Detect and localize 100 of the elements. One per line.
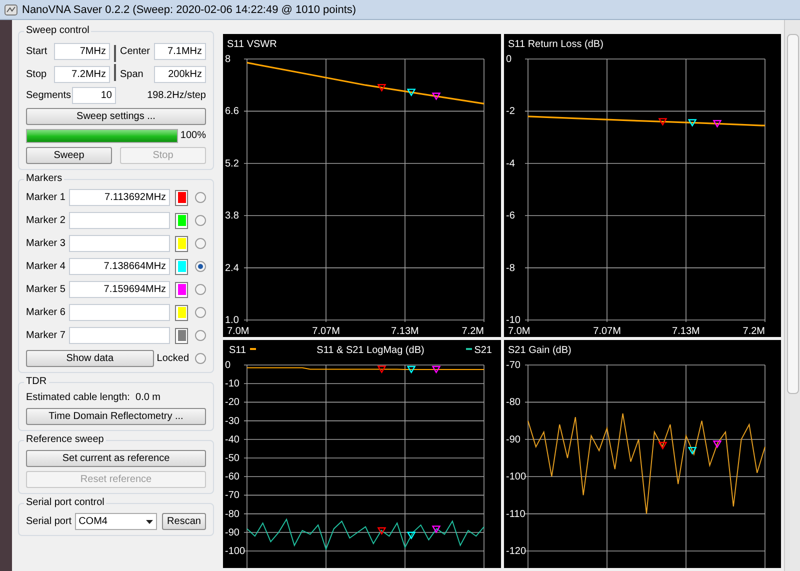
axis-label: -6 [506, 210, 514, 222]
axis-label: 5.2 [225, 158, 239, 170]
radio-button[interactable] [195, 284, 206, 295]
chart-title: S11 VSWR [227, 39, 277, 50]
marker-icon [432, 526, 441, 534]
axis-label: 7.0M [508, 326, 530, 337]
marker-icon [377, 366, 386, 374]
field-label: Segments [26, 90, 72, 102]
frequency-field[interactable] [69, 212, 170, 229]
progress-text: 100% [180, 130, 206, 142]
field-label: Center [120, 46, 152, 58]
legend-label: S21 [474, 345, 492, 356]
axis-label: 1.0 [225, 315, 239, 326]
marker-icon [432, 92, 441, 100]
chart-title: S11 & S21 LogMag (dB) [316, 345, 424, 356]
legend-label: S11 [229, 345, 246, 356]
axis-label: -4 [506, 158, 514, 170]
axis-label: -10 [225, 378, 240, 390]
axis-label: -100 [506, 472, 526, 483]
chart-title: S21 Gain (dB) [508, 345, 571, 356]
radio-button[interactable] [195, 238, 206, 249]
button[interactable]: Show data [26, 350, 154, 367]
marker-icon [406, 532, 416, 540]
app-icon [4, 2, 18, 16]
marker-icon [658, 118, 667, 126]
axis-label: -100 [225, 546, 246, 557]
radio-button[interactable] [195, 215, 206, 226]
axis-label: 7.13M [672, 326, 700, 337]
color-swatch[interactable] [175, 304, 188, 320]
axis-label: -8 [506, 262, 514, 274]
axis-label: -90 [225, 527, 240, 538]
radio-button[interactable] [195, 192, 206, 203]
port-dropdown[interactable]: COM4 [74, 513, 157, 530]
chart-title: S11 Return Loss (dB) [508, 39, 603, 50]
window-title: NanoVNA Saver 0.2.2 (Sweep: 2020-02-06 14:22:49 @ 1010 points) [22, 4, 356, 16]
axis-label: -30 [225, 416, 240, 427]
field-label: Stop [26, 68, 48, 80]
marker-label: Marker 1 [26, 192, 66, 204]
axis-label: -80 [225, 508, 240, 520]
group-title: Reference sweep [24, 434, 106, 446]
color-swatch[interactable] [175, 212, 188, 228]
axis-label: 8 [225, 54, 231, 65]
color-swatch[interactable] [175, 282, 188, 298]
frequency-field[interactable] [69, 327, 170, 344]
color-swatch[interactable] [175, 236, 188, 252]
frequency-field[interactable]: 7.159694MHz [69, 281, 170, 298]
frequency-field[interactable] [69, 235, 170, 252]
axis-label: -10 [506, 315, 520, 326]
group-title: Serial port control [24, 497, 106, 509]
axis-label: -70 [225, 490, 240, 502]
axis-label: 7.07M [312, 326, 340, 337]
marker-label: Marker 4 [26, 260, 66, 272]
input-field[interactable]: 7MHz [54, 43, 110, 60]
color-swatch[interactable] [175, 328, 188, 344]
axis-label: -50 [225, 453, 240, 464]
axis-label: 0 [225, 360, 231, 371]
axis-label: 7.0M [227, 326, 250, 337]
button[interactable]: Rescan [162, 513, 206, 530]
scrollbar[interactable] [784, 20, 800, 571]
color-swatch[interactable] [175, 190, 188, 206]
button[interactable]: Sweep settings ... [26, 108, 206, 125]
axis-label: 7.2M [742, 326, 764, 337]
input-field[interactable]: 7.1MHz [154, 43, 206, 60]
axis-label: -20 [225, 397, 240, 408]
marker-icon [712, 120, 722, 128]
field-label: Span [120, 68, 144, 80]
axis-label: 3.8 [225, 210, 239, 222]
input-field[interactable]: 10 [72, 87, 116, 104]
marker-icon [687, 446, 696, 455]
button[interactable]: Set current as reference [26, 450, 206, 467]
axis-label: 6.6 [225, 106, 239, 118]
step-text: 198.2Hz/step [147, 90, 206, 102]
axis-label: 0 [506, 54, 512, 65]
radio-button[interactable] [195, 353, 206, 364]
radio-button[interactable] [195, 261, 206, 272]
color-swatch[interactable] [175, 258, 188, 274]
marker-icon [658, 442, 667, 450]
button[interactable]: Time Domain Reflectometry ... [26, 408, 206, 425]
frequency-field[interactable]: 7.113692MHz [69, 189, 170, 206]
frequency-field[interactable] [69, 304, 170, 321]
axis-label: -90 [506, 434, 520, 446]
cable-length-text: Estimated cable length: 0.0 m [26, 392, 162, 404]
marker-icon [406, 366, 416, 374]
frequency-field[interactable]: 7.138664MHz [69, 258, 170, 275]
marker-label: Marker 7 [26, 330, 66, 342]
input-field[interactable]: 200kHz [154, 66, 206, 83]
axis-label: -80 [506, 397, 520, 408]
radio-button[interactable] [195, 307, 206, 318]
caret-icon [146, 520, 153, 524]
group-title: Sweep control [24, 25, 92, 37]
marker-icon [406, 88, 416, 96]
marker-icon [687, 119, 696, 127]
axis-label: -110 [506, 508, 525, 520]
field-label: Serial port [26, 516, 72, 528]
button[interactable]: Sweep [26, 147, 112, 164]
radio-label: Locked [156, 352, 190, 364]
axis-label: -120 [506, 546, 526, 557]
radio-button[interactable] [195, 330, 206, 341]
axis-label: -60 [225, 472, 240, 483]
input-field[interactable]: 7.2MHz [54, 66, 110, 83]
